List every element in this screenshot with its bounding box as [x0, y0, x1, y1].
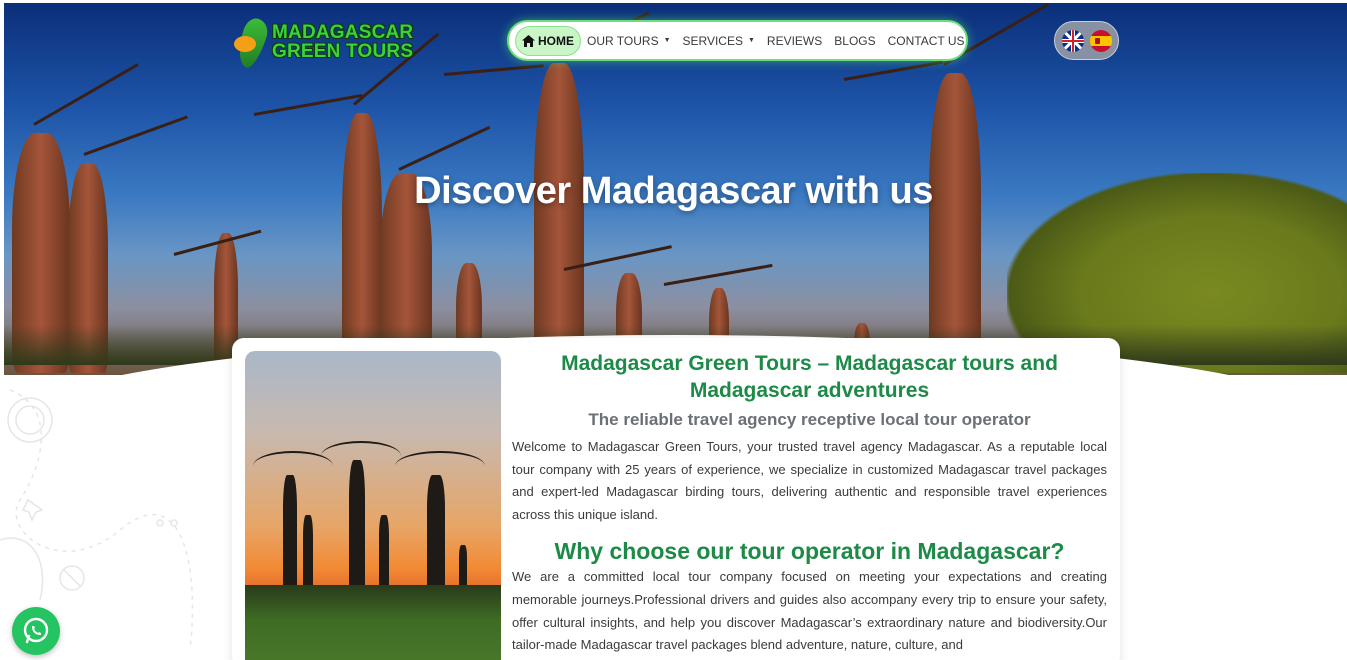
nav-our-tours[interactable]: OUR TOURS ▼ — [581, 34, 677, 48]
nav-blogs[interactable]: BLOGS — [828, 34, 881, 48]
nav-our-tours-label: OUR TOURS — [587, 33, 659, 48]
nav-contact-us[interactable]: CONTACT US — [882, 34, 971, 48]
whatsapp-icon — [23, 617, 49, 644]
caret-down-icon: ▼ — [663, 37, 671, 44]
nav-home-label: HOME — [538, 33, 574, 48]
nav-reviews[interactable]: REVIEWS — [761, 34, 828, 48]
spain-flag-icon[interactable] — [1089, 29, 1112, 52]
main-navigation: HOME OUR TOURS ▼ SERVICES ▼ REVIEWS BLOG… — [507, 20, 968, 61]
site-logo[interactable]: MADAGASCAR GREEN TOURS — [232, 12, 414, 72]
language-switcher — [1054, 21, 1119, 60]
nav-blogs-label: BLOGS — [834, 33, 876, 48]
home-icon — [522, 34, 535, 47]
nav-contact-us-label: CONTACT US — [887, 33, 965, 48]
intro-paragraph: Welcome to Madagascar Green Tours, your … — [512, 439, 1107, 522]
intro-subheading: The reliable travel agency receptive loc… — [588, 410, 1031, 429]
logo-line-2: GREEN TOURS — [272, 41, 414, 62]
nav-services-label: SERVICES — [682, 33, 743, 48]
intro-card: Madagascar Green Tours – Madagascar tour… — [232, 338, 1120, 660]
why-choose-paragraph: We are a committed local tour company fo… — [512, 569, 1107, 653]
baobab-sunset-image — [245, 351, 501, 660]
whatsapp-chat-button[interactable] — [12, 607, 60, 655]
caret-down-icon: ▼ — [747, 37, 755, 44]
madagascar-island-icon — [232, 14, 272, 71]
uk-flag-icon[interactable] — [1061, 29, 1084, 52]
why-choose-heading: Why choose our tour operator in Madagasc… — [554, 538, 1065, 565]
logo-line-1: MADAGASCAR — [272, 22, 414, 43]
nav-reviews-label: REVIEWS — [766, 33, 823, 48]
intro-heading: Madagascar Green Tours – Madagascar tour… — [561, 352, 1058, 402]
nav-services[interactable]: SERVICES ▼ — [677, 34, 761, 48]
hero-title: Discover Madagascar with us — [414, 170, 933, 212]
nav-home[interactable]: HOME — [515, 25, 581, 56]
intro-content: Madagascar Green Tours – Madagascar tour… — [512, 350, 1107, 657]
